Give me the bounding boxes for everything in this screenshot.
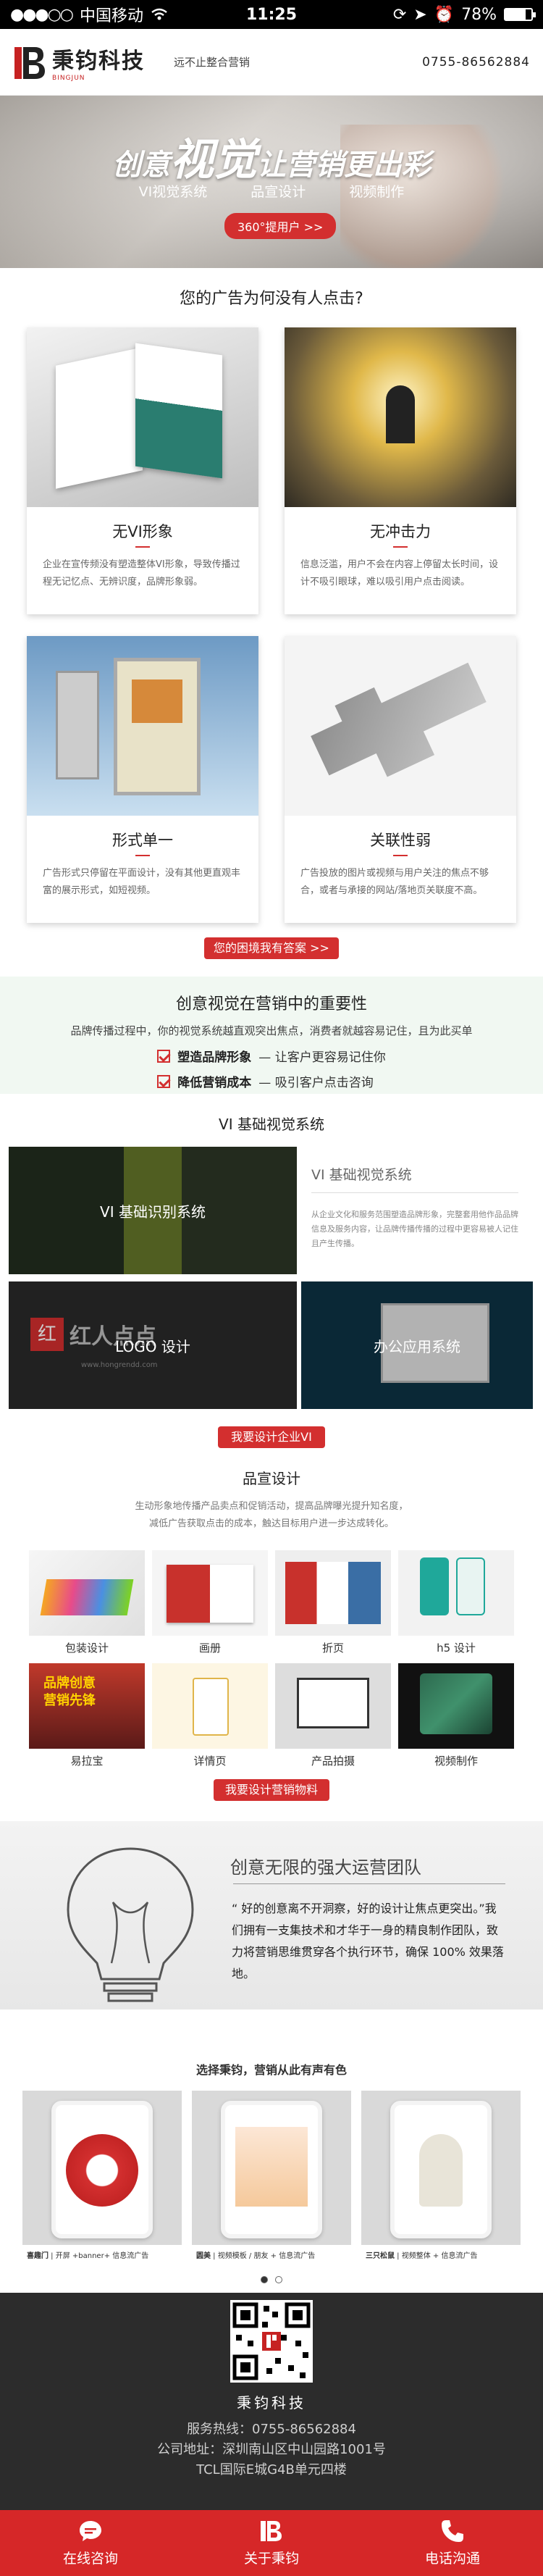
cases-title: 选择秉钧，营销从此有声有色: [195, 2063, 347, 2077]
tab-about[interactable]: 关于秉钧: [181, 2510, 362, 2576]
lightbox-image: [27, 636, 258, 816]
signal-icon: ●●●○○: [10, 5, 74, 24]
material-design-button[interactable]: 我要设计营销物料: [214, 1779, 329, 1801]
design-desc-2: 减低广告获取点击的成本，触达目标用户进一步达成转化。: [148, 1518, 394, 1529]
logo-name: 秉钧科技: [52, 48, 145, 74]
vi-design-button[interactable]: 我要设计企业VI: [218, 1426, 325, 1448]
card-desc: 信息泛滥，用户不会在内容上停留太长时间，设计不吸引眼球，难以吸引用户点击阅读。: [300, 559, 499, 587]
problems-title: 您的广告为何没有人点击?: [180, 290, 363, 308]
footer-address-2: TCL国际E城G4B单元四楼: [196, 2462, 347, 2477]
importance-title: 创意视觉在营销中的重要性: [175, 995, 367, 1013]
hero-item-vi: VI视觉系统: [138, 184, 208, 200]
vi-title: VI 基础视觉系统: [219, 1116, 324, 1133]
problem-card-no-impact[interactable]: 无冲击力 信息泛滥，用户不会在内容上停留太长时间，设计不吸引眼球，难以吸引用户点…: [285, 327, 516, 614]
qr-code: [230, 2300, 313, 2383]
problem-card-single-form[interactable]: 形式单一 广告形式只停留在平面设计，没有其他更直观丰富的展示形式，如短视频。: [27, 636, 258, 923]
lightbulb-icon: [67, 1847, 194, 2002]
design-item-photography[interactable]: 产品拍摄: [275, 1663, 391, 1769]
vi-side-desc: 从企业文化和服务范围塑造品牌形象，完整套用他作品品牌信息及服务内容，让品牌传播传…: [311, 1210, 518, 1248]
design-desc-1: 生动形象地传播产品卖点和促销活动，提高品牌曝光提升知名度，: [135, 1501, 408, 1512]
logo-mark-icon: [14, 46, 45, 79]
card-desc: 广告投放的图片或视频与用户关注的焦点不够合，或者与承接的网站/落地页关联度不高。: [300, 868, 489, 896]
alarm-icon: ⏰: [434, 5, 455, 24]
battery-percent: 78%: [461, 5, 497, 24]
vi-grid: VI 基础识别系统 VI 基础视觉系统 从企业文化和服务范围塑造品牌形象，完整套…: [9, 1147, 534, 1409]
phone-icon: [442, 2520, 463, 2542]
chat-bubble-icon: [80, 2521, 101, 2541]
header-slogan: 远不止整合营销: [174, 56, 251, 69]
status-bar: ●●●○○ 中国移动 11:25 ⟳ ➤ ⏰ 78%: [0, 0, 543, 29]
carousel-dot[interactable]: [275, 2276, 282, 2283]
footer: 秉钧科技 服务热线：0755-86562884 公司地址：深圳南山区中山园路10…: [0, 2293, 543, 2510]
vi-tile-office[interactable]: 办公应用系统: [301, 1281, 533, 1409]
card-desc: 企业在宣传频没有塑造整体VI形象，导致传播过程无记忆点、无辨识度，品牌形象弱。: [43, 559, 240, 587]
hero-cta-button[interactable]: 360°提用户 >>: [224, 213, 337, 239]
importance-desc: 品牌传播过程中，你的视觉系统越直观突出焦点，消费者就越容易记住，且为此买单: [70, 1024, 473, 1037]
location-icon: ➤: [413, 5, 427, 24]
problem-card-weak-relation[interactable]: 关联性弱 广告投放的图片或视频与用户关注的焦点不够合，或者与承接的网站/落地页关…: [285, 636, 516, 923]
carrier: 中国移动: [79, 7, 143, 25]
hero-title: 创意视觉让营销更出彩: [112, 135, 431, 185]
design-item-packaging[interactable]: 包装设计: [29, 1550, 145, 1656]
design-item-rollup[interactable]: 品牌创意 营销先锋 易拉宝: [29, 1663, 145, 1769]
wifi-icon: [151, 8, 167, 20]
design-item-fold[interactable]: 折页: [275, 1550, 391, 1656]
brochure-image: [27, 327, 258, 507]
hero-banner: 创意视觉让营销更出彩 VI视觉系统 品宣设计 视频制作 360°提用户 >>: [0, 96, 543, 268]
card-title: 形式单一: [112, 832, 173, 849]
design-item-brochure[interactable]: 画册: [152, 1550, 268, 1656]
cases-carousel[interactable]: 喜趣门 | 开屏 +banner+ 信息流广告 圆美 | 视频模板 / 朋友 +…: [0, 2091, 543, 2265]
design-item-detail-page[interactable]: 详情页: [152, 1663, 268, 1769]
bottom-tabbar: 在线咨询 关于秉钧 电话沟通: [0, 2510, 543, 2576]
problem-cards: 无VI形象 企业在宣传频没有塑造整体VI形象，导致传播过程无记忆点、无辨识度，品…: [0, 327, 543, 923]
card-desc: 广告形式只停留在平面设计，没有其他更直观丰富的展示形式，如短视频。: [43, 868, 241, 896]
check-item: 塑造品牌形象 — 让客户更容易记住你: [157, 1047, 386, 1065]
lock-rotation-icon: ⟳: [392, 5, 407, 24]
site-header: 秉钧科技 BINGJUN 远不止整合营销 0755-86562884: [0, 29, 543, 96]
team-title: 创意无限的强大运营团队: [230, 1857, 421, 1878]
importance-section: 创意视觉在营销中的重要性 品牌传播过程中，你的视觉系统越直观突出焦点，消费者就越…: [0, 977, 543, 1094]
checkbox-icon: [157, 1049, 171, 1063]
puzzle-image: [285, 636, 516, 816]
design-item-h5[interactable]: h5 设计: [398, 1550, 514, 1656]
brand-b-icon: [261, 2521, 282, 2541]
vi-side-title: VI 基础视觉系统: [311, 1164, 518, 1193]
footer-company: 秉钧科技: [237, 2394, 306, 2412]
problem-card-no-vi[interactable]: 无VI形象 企业在宣传频没有塑造整体VI形象，导致传播过程无记忆点、无辨识度，品…: [27, 327, 258, 614]
lightbulb-man-image: [285, 327, 516, 507]
solution-button[interactable]: 您的困境我有答案 >>: [204, 937, 339, 959]
case-card[interactable]: 三只松鼠 | 视频整体 + 信息流广告: [361, 2091, 521, 2265]
hero-item-video: 视频制作: [349, 184, 405, 200]
hero-item-brand: 品宣设计: [251, 184, 306, 200]
design-item-video[interactable]: 视频制作: [398, 1663, 514, 1769]
vi-tile-identity[interactable]: VI 基础识别系统: [9, 1147, 297, 1274]
footer-address: 公司地址：深圳南山区中山园路1001号: [157, 2442, 386, 2457]
carousel-dot[interactable]: [261, 2276, 268, 2283]
header-hotline[interactable]: 0755-86562884: [422, 55, 530, 70]
tab-online-consult[interactable]: 在线咨询: [0, 2510, 181, 2576]
case-card[interactable]: 圆美 | 视频模板 / 朋友 + 信息流广告: [192, 2091, 351, 2265]
design-grid: 包装设计 画册 折页 h5 设计 品牌创意 营销先锋 易拉宝 详情页 产品拍摄 视…: [0, 1550, 543, 1769]
design-title: 品宣设计: [243, 1470, 300, 1487]
check-item: 降低营销成本 — 吸引客户点击咨询: [157, 1072, 385, 1090]
carousel-dots: [0, 2276, 543, 2283]
vi-side-panel: VI 基础视觉系统 从企业文化和服务范围塑造品牌形象，完整套用他作品品牌信息及服…: [297, 1147, 533, 1274]
logo-subtitle: BINGJUN: [52, 74, 85, 82]
card-title: 无VI形象: [112, 523, 173, 540]
battery-icon: [504, 8, 536, 21]
battery-fill: [505, 9, 526, 20]
footer-hotline[interactable]: 服务热线：0755-86562884: [0, 2420, 543, 2440]
card-title: 无冲击力: [370, 523, 431, 540]
clock: 11:25: [245, 5, 298, 24]
team-desc: “ 好的创意离不开洞察，好的设计让焦点更突出。”我们拥有一支集技术和才华于一身的…: [232, 1902, 504, 1981]
logo[interactable]: 秉钧科技 BINGJUN: [13, 43, 145, 82]
vi-tile-logo[interactable]: 红 红人点点 www.hongrendd.com LOGO 设计: [9, 1281, 297, 1409]
tab-phone-call[interactable]: 电话沟通: [362, 2510, 543, 2576]
card-title: 关联性弱: [370, 832, 431, 849]
checkbox-icon: [157, 1074, 171, 1088]
team-section: 创意无限的强大运营团队 “ 好的创意离不开洞察，好的设计让焦点更突出。”我们拥有…: [0, 1821, 543, 2010]
case-card[interactable]: 喜趣门 | 开屏 +banner+ 信息流广告: [22, 2091, 182, 2265]
